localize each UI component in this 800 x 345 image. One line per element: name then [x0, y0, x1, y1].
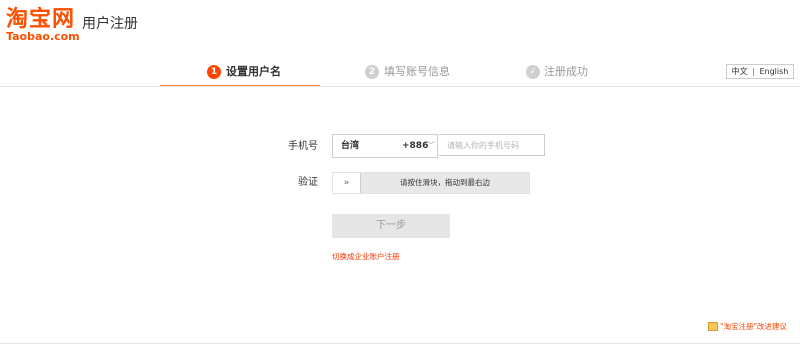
taobao-logo[interactable]: 淘宝网 Taobao.com [6, 7, 80, 44]
step-success: ✓ 注册成功 [480, 62, 640, 86]
country-name: 台湾 [341, 141, 360, 151]
step-1-number-icon: 1 [207, 65, 221, 79]
step-2-label: 填写账号信息 [384, 65, 450, 78]
footer-divider [0, 343, 800, 344]
country-code: +886 [402, 141, 429, 151]
lang-english-link[interactable]: English [759, 67, 788, 76]
step-3-label: 注册成功 [544, 65, 588, 78]
enterprise-register-link[interactable]: 切换成企业账户注册 [332, 251, 400, 263]
feedback-text: "淘宝注册"改进建议 [720, 322, 787, 331]
page-title: 用户注册 [82, 16, 138, 32]
step-account-info: 2 填写账号信息 [320, 62, 480, 86]
registration-steps: 1 设置用户名 2 填写账号信息 ✓ 注册成功 [160, 62, 640, 87]
phone-number-input[interactable]: 请输入你的手机号码 [439, 134, 545, 156]
check-icon: ✓ [526, 65, 540, 79]
logo-chinese-text: 淘宝网 [6, 7, 76, 32]
lang-chinese-link[interactable]: 中文 [732, 67, 748, 76]
slider-handle-icon[interactable]: » [333, 173, 361, 193]
logo-english-text: Taobao.com [6, 30, 80, 43]
slider-hint: 请按住滑块，拖动到最右边 [400, 178, 490, 187]
feedback-icon [708, 321, 718, 331]
next-step-button[interactable]: 下一步 [332, 214, 450, 238]
header-divider [0, 86, 800, 87]
step-1-label: 设置用户名 [226, 65, 281, 78]
feedback-link[interactable]: "淘宝注册"改进建议 [708, 321, 787, 333]
phone-label: 手机号 [288, 141, 318, 152]
country-code-select[interactable]: 台湾 +886 ﹀ [332, 134, 438, 158]
slider-verification: » 请按住滑块，拖动到最右边 [332, 172, 530, 194]
language-switch: 中文 | English [726, 64, 794, 79]
chevron-down-icon: ﹀ [427, 141, 435, 150]
verify-label: 验证 [298, 177, 318, 188]
step-2-number-icon: 2 [365, 65, 379, 79]
lang-separator: | [752, 67, 755, 76]
step-set-username: 1 设置用户名 [160, 62, 320, 87]
